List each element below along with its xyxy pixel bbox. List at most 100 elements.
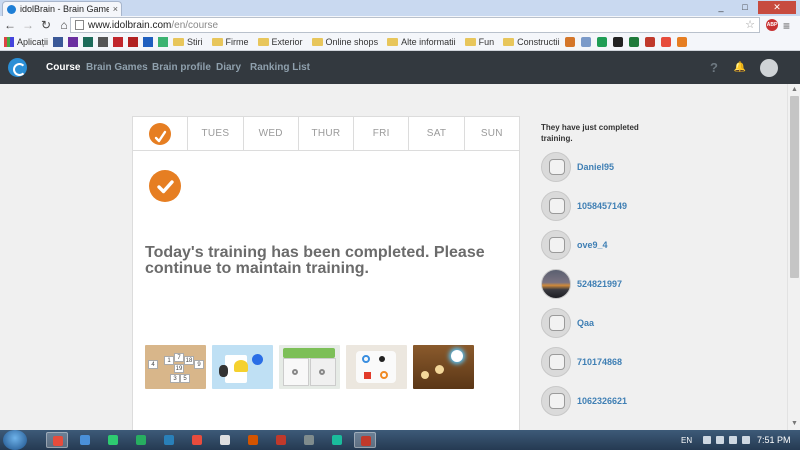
user-row[interactable]: 524821997 <box>541 269 741 299</box>
user-row[interactable]: ove9_4 <box>541 230 741 260</box>
user-name[interactable]: Qaa <box>577 318 594 328</box>
bookmark-site-icon[interactable] <box>596 37 607 47</box>
user-avatar[interactable] <box>760 59 778 77</box>
nav-ranking-list[interactable]: Ranking List <box>250 62 310 73</box>
page-scrollbar[interactable]: ▲ ▼ <box>787 84 800 430</box>
browser-tab[interactable]: idolBrain - Brain Games & × <box>2 1 122 16</box>
bookmark-folder-alte-informatii[interactable]: Alte informatii <box>387 37 456 47</box>
idolbrain-logo-icon[interactable] <box>8 58 27 77</box>
bookmark-site-icon[interactable] <box>580 37 591 47</box>
bookmark-site-icon[interactable] <box>612 37 623 47</box>
user-row[interactable]: Daniel95 <box>541 152 741 182</box>
user-row[interactable]: 710174868 <box>541 347 741 377</box>
maximize-button[interactable]: □ <box>734 1 756 14</box>
bookmark-site-icon[interactable] <box>644 37 655 47</box>
user-avatar[interactable] <box>541 347 571 377</box>
taskbar-app-button[interactable] <box>242 432 264 448</box>
bookmark-site-icon[interactable] <box>113 37 124 47</box>
user-row[interactable]: Qaa <box>541 308 741 338</box>
bookmark-folder-firme[interactable]: Firme <box>211 37 249 47</box>
notification-bell-icon[interactable]: 🔔 <box>731 59 749 77</box>
day-fri[interactable]: FRI <box>354 117 410 150</box>
bookmark-folder-exterior[interactable]: Exterior <box>257 37 303 47</box>
day-today[interactable] <box>133 117 189 150</box>
help-icon[interactable]: ? <box>705 59 723 77</box>
taskbar-app-button[interactable] <box>130 432 152 448</box>
taskbar-app-button[interactable] <box>214 432 236 448</box>
user-name[interactable]: ove9_4 <box>577 240 608 250</box>
bookmark-folder-online-shops[interactable]: Online shops <box>311 37 378 47</box>
user-name[interactable]: 524821997 <box>577 279 622 289</box>
adblock-extension-icon[interactable]: ABP <box>766 19 778 31</box>
bookmark-site-icon[interactable] <box>564 37 575 47</box>
language-indicator[interactable]: EN <box>681 436 692 445</box>
nav-brain-profile[interactable]: Brain profile <box>152 62 211 73</box>
game-thumbnail-light-orbs[interactable] <box>413 345 474 389</box>
taskbar-app-button[interactable] <box>74 432 96 448</box>
bookmark-folder-stiri[interactable]: Stiri <box>173 37 203 47</box>
tray-signal-icon[interactable] <box>729 436 737 444</box>
address-bar[interactable]: www.idolbrain.com/en/course ☆ <box>70 17 760 33</box>
nav-course[interactable]: Course <box>46 62 80 73</box>
taskbar-app-button[interactable] <box>46 432 68 448</box>
game-thumbnail-symbol-board[interactable] <box>346 345 407 389</box>
bookmark-folder-constructii[interactable]: Constructii <box>503 37 560 47</box>
user-avatar[interactable] <box>541 308 571 338</box>
bookmark-site-icon[interactable] <box>628 37 639 47</box>
day-tues[interactable]: TUES <box>188 117 244 150</box>
taskbar-clock[interactable]: 7:51 PM <box>757 435 791 445</box>
reload-icon[interactable]: ↻ <box>40 18 52 32</box>
forward-icon[interactable]: → <box>22 18 34 32</box>
nav-diary[interactable]: Diary <box>216 62 241 73</box>
taskbar-app-button[interactable] <box>354 432 376 448</box>
user-avatar[interactable] <box>541 152 571 182</box>
scrollbar-thumb[interactable] <box>790 96 799 278</box>
day-sat[interactable]: SAT <box>409 117 465 150</box>
bookmark-site-icon[interactable] <box>676 37 687 47</box>
bookmark-site-icon[interactable] <box>158 37 169 47</box>
bookmark-site-icon[interactable] <box>68 37 79 47</box>
day-sun[interactable]: SUN <box>465 117 519 150</box>
tray-volume-icon[interactable] <box>742 436 750 444</box>
user-row[interactable]: 1062326621 <box>541 386 741 416</box>
bookmark-site-icon[interactable] <box>83 37 94 47</box>
user-avatar[interactable] <box>541 191 571 221</box>
game-thumbnail-dice-blocks[interactable] <box>279 345 340 389</box>
user-name[interactable]: 710174868 <box>577 357 622 367</box>
user-avatar[interactable] <box>541 269 571 299</box>
bookmark-site-icon[interactable] <box>128 37 139 47</box>
taskbar-app-button[interactable] <box>326 432 348 448</box>
scroll-down-arrow-icon[interactable]: ▼ <box>788 418 800 430</box>
bookmark-site-icon[interactable] <box>660 37 671 47</box>
taskbar-app-button[interactable] <box>298 432 320 448</box>
bookmark-site-icon[interactable] <box>143 37 154 47</box>
minimize-button[interactable]: _ <box>710 1 732 14</box>
user-name[interactable]: Daniel95 <box>577 162 614 172</box>
back-icon[interactable]: ← <box>4 18 16 32</box>
game-thumbnail-card-shapes[interactable] <box>212 345 273 389</box>
home-icon[interactable]: ⌂ <box>58 18 70 32</box>
game-thumbnail-number-tiles[interactable]: 4 1 7 18 9 19 3 5 <box>145 345 206 389</box>
taskbar-app-button[interactable] <box>270 432 292 448</box>
window-close-button[interactable]: ✕ <box>758 1 796 14</box>
bookmark-site-icon[interactable] <box>98 37 109 47</box>
user-avatar[interactable] <box>541 230 571 260</box>
nav-brain-games[interactable]: Brain Games <box>86 62 148 73</box>
bookmark-apps[interactable]: Aplicații <box>4 37 48 47</box>
user-name[interactable]: 1062326621 <box>577 396 627 406</box>
start-button[interactable] <box>3 430 27 450</box>
taskbar-app-button[interactable] <box>158 432 180 448</box>
tray-network-icon[interactable] <box>716 436 724 444</box>
tray-flag-icon[interactable] <box>703 436 711 444</box>
bookmark-site-icon[interactable] <box>53 37 64 47</box>
user-name[interactable]: 1058457149 <box>577 201 627 211</box>
bookmark-star-icon[interactable]: ☆ <box>745 18 755 31</box>
day-thur[interactable]: THUR <box>299 117 355 150</box>
tab-close-icon[interactable]: × <box>113 4 121 14</box>
taskbar-app-button[interactable] <box>186 432 208 448</box>
bookmark-folder-fun[interactable]: Fun <box>464 37 494 47</box>
taskbar-app-button[interactable] <box>102 432 124 448</box>
browser-menu-icon[interactable]: ≡ <box>783 19 790 33</box>
user-row[interactable]: 1058457149 <box>541 191 741 221</box>
user-avatar[interactable] <box>541 386 571 416</box>
